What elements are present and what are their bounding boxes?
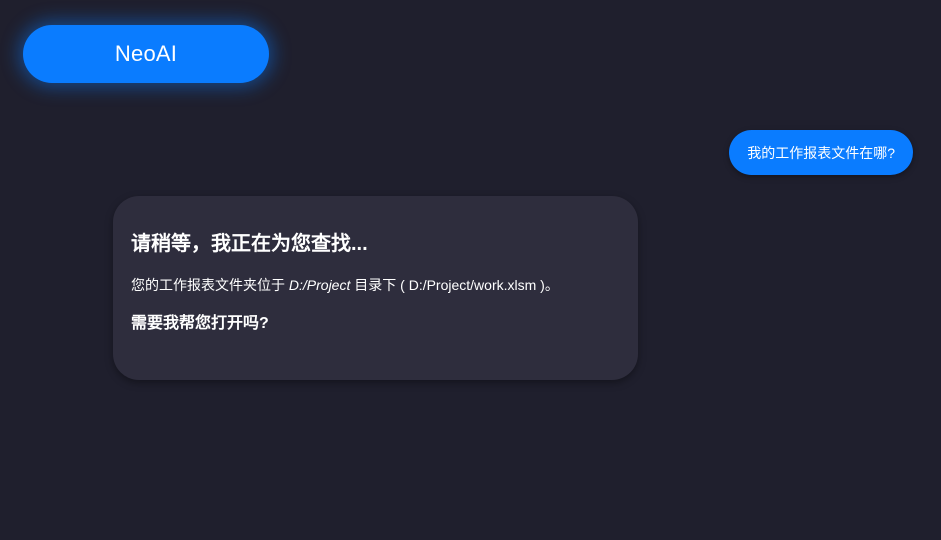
assistant-answer-line: 您的工作报表文件夹位于 D:/Project 目录下 ( D:/Project/…	[131, 275, 620, 295]
folder-path: D:/Project	[288, 277, 351, 293]
answer-suffix-text: )。	[536, 277, 559, 293]
file-path: D:/Project/work.xlsm	[408, 277, 537, 293]
answer-prefix-text: 您的工作报表文件夹位于	[131, 277, 289, 293]
assistant-message-bubble: 请稍等，我正在为您查找... 您的工作报表文件夹位于 D:/Project 目录…	[113, 196, 638, 380]
assistant-message-title: 请稍等，我正在为您查找...	[131, 233, 368, 255]
user-message-text: 我的工作报表文件在哪?	[747, 144, 895, 161]
answer-middle-text: 目录下 (	[350, 277, 409, 293]
user-message-bubble: 我的工作报表文件在哪?	[729, 130, 913, 175]
chat-screen: NeoAI 我的工作报表文件在哪? 请稍等，我正在为您查找... 您的工作报表文…	[0, 0, 941, 540]
neoai-brand-button[interactable]: NeoAI	[23, 25, 269, 83]
assistant-followup-question: 需要我帮您打开吗?	[131, 315, 269, 332]
